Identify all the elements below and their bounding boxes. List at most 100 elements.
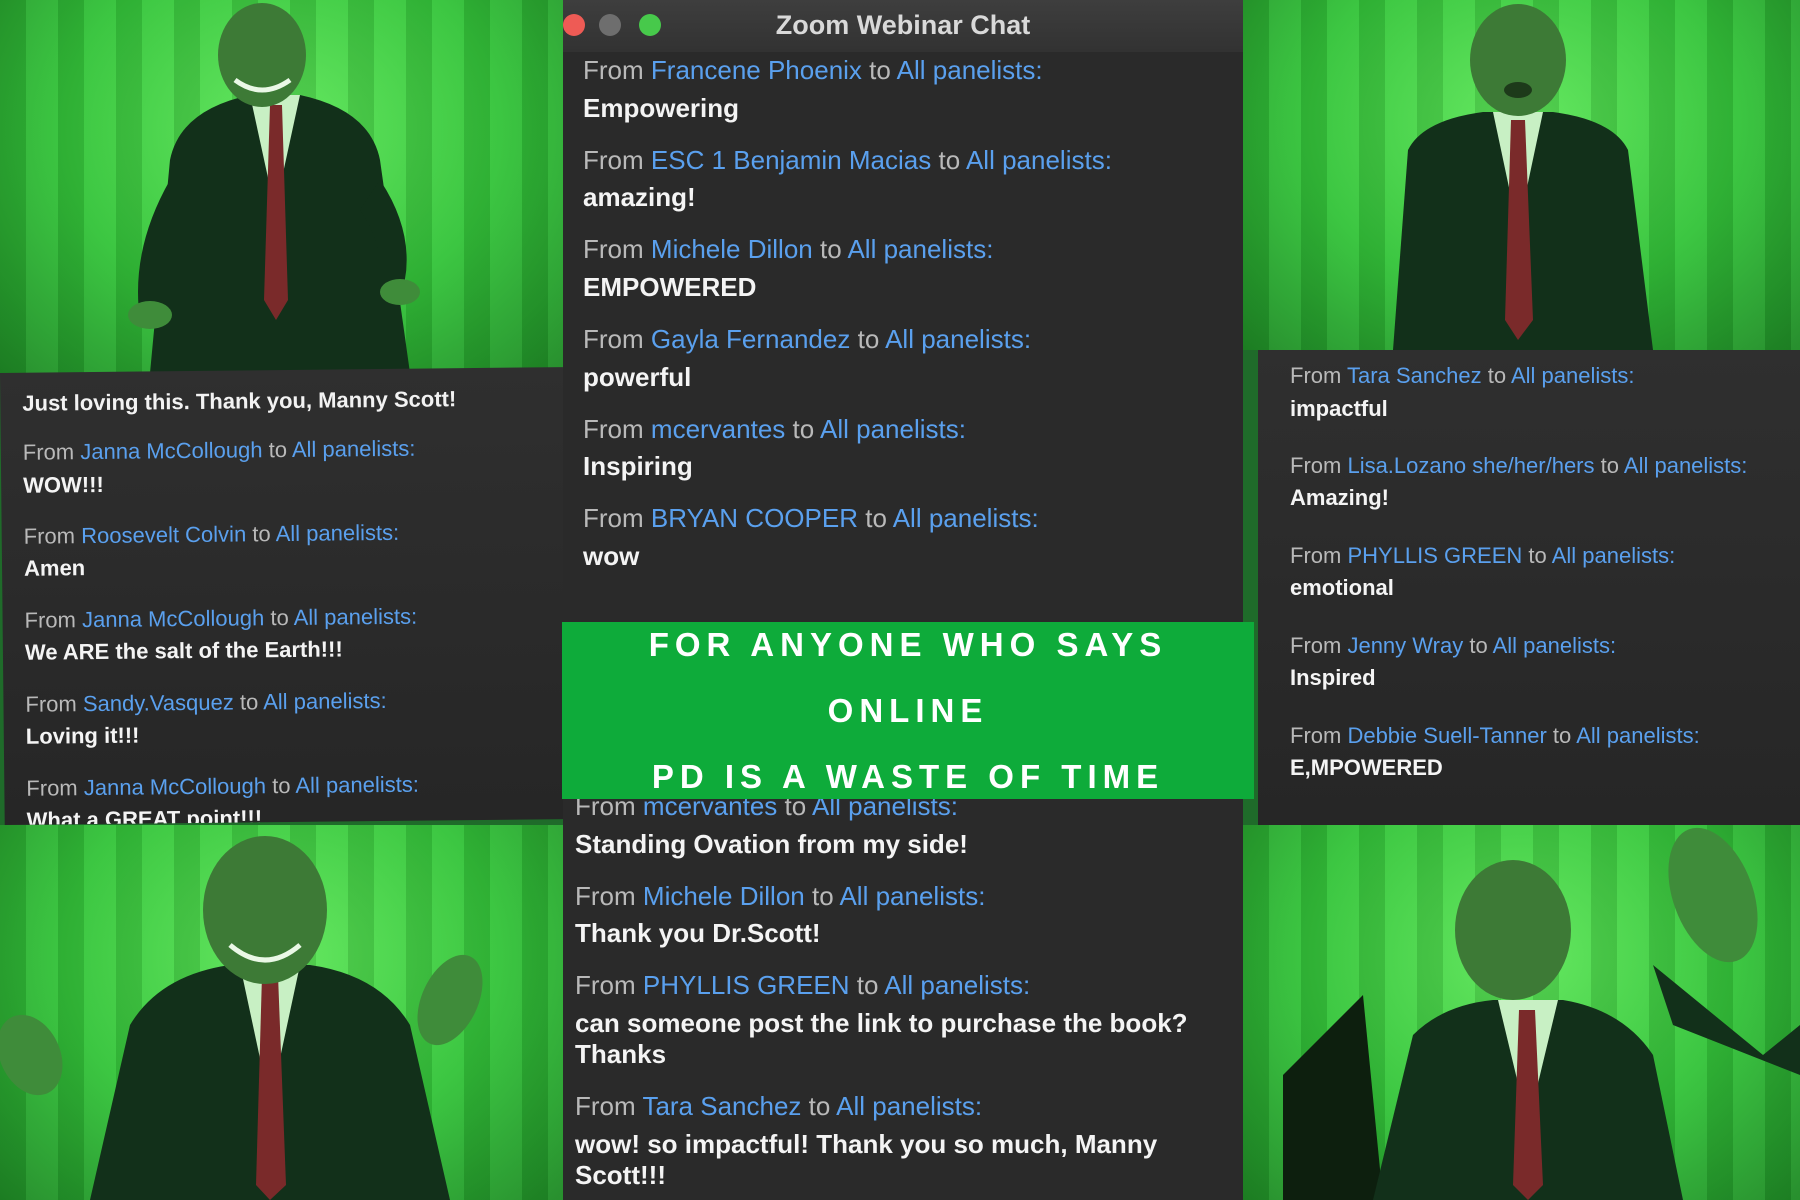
window-titlebar[interactable]: Zoom Webinar Chat — [563, 0, 1243, 53]
sender-name[interactable]: Roosevelt Colvin — [81, 521, 246, 548]
to-label: to — [865, 503, 887, 534]
sender-name[interactable]: Francene Phoenix — [651, 55, 862, 85]
chat-message: From Tara Sanchez to All panelists: impa… — [1290, 362, 1784, 422]
chat-message: From Sandy.Vasquez to All panelists: Lov… — [25, 685, 549, 750]
recipient-name[interactable]: All panelists: — [292, 436, 416, 462]
recipient-name[interactable]: All panelists: — [1624, 453, 1748, 478]
to-label: to — [811, 880, 834, 911]
from-label: From — [583, 324, 644, 355]
speaker-photo-top-right — [1243, 0, 1800, 350]
message-header: From Lisa.Lozano she/her/hers to All pan… — [1290, 452, 1784, 480]
message-header: From Jenny Wray to All panelists: — [1290, 632, 1784, 660]
sender-name[interactable]: Michele Dillon — [643, 881, 805, 911]
chat-message-text: What a GREAT point!!! — [26, 805, 263, 825]
from-label: From — [23, 523, 76, 549]
chat-message-text: amazing! — [583, 182, 696, 213]
chat-message: From PHYLLIS GREEN to All panelists: emo… — [1290, 542, 1784, 602]
sender-name[interactable]: PHYLLIS GREEN — [1347, 543, 1522, 568]
recipient-name[interactable]: All panelists: — [966, 145, 1112, 175]
sender-name[interactable]: Sandy.Vasquez — [83, 689, 234, 716]
sender-name[interactable]: Tara Sanchez — [1347, 363, 1482, 388]
to-label: to — [808, 1091, 831, 1122]
from-label: From — [24, 607, 77, 633]
sender-name[interactable]: PHYLLIS GREEN — [643, 970, 850, 1000]
chat-message: From Janna McCollough to All panelists: … — [23, 433, 547, 498]
sender-name[interactable]: Gayla Fernandez — [651, 324, 850, 354]
recipient-name[interactable]: All panelists: — [294, 603, 418, 629]
headline-banner: FOR ANYONE WHO SAYS ONLINE PD IS A WASTE… — [562, 622, 1254, 799]
chat-message-text: Amen — [23, 555, 86, 582]
sender-name[interactable]: Michele Dillon — [651, 234, 813, 264]
chat-message-text: Empowering — [583, 92, 740, 123]
to-label: to — [252, 521, 271, 547]
from-label: From — [583, 413, 644, 444]
message-header: From Janna McCollough to All panelists: — [23, 433, 546, 466]
recipient-name[interactable]: All panelists: — [885, 324, 1031, 354]
message-header: From Debbie Suell-Tanner to All panelist… — [1290, 722, 1784, 750]
recipient-name[interactable]: All panelists: — [897, 55, 1043, 85]
from-label: From — [1290, 452, 1342, 478]
chat-message-text: Inspiring — [583, 451, 693, 482]
sender-name[interactable]: Jenny Wray — [1347, 633, 1463, 658]
chat-message: From PHYLLIS GREEN to All panelists: can… — [575, 969, 1235, 1070]
to-label: to — [938, 144, 961, 175]
chat-message-text: Standing Ovation from my side! — [575, 828, 968, 859]
chat-message-text: E,MPOWERED — [1290, 755, 1443, 781]
recipient-name[interactable]: All panelists: — [1576, 723, 1700, 748]
chat-message: From Gayla Fernandez to All panelists: p… — [583, 323, 1225, 393]
recipient-name[interactable]: All panelists: — [884, 970, 1030, 1000]
recipient-name[interactable]: All panelists: — [295, 771, 419, 797]
sender-name[interactable]: ESC 1 Benjamin Macias — [651, 145, 931, 175]
message-header: From Tara Sanchez to All panelists: — [1290, 362, 1784, 390]
recipient-name[interactable]: All panelists: — [1493, 633, 1617, 658]
recipient-name[interactable]: All panelists: — [1511, 363, 1635, 388]
chat-message: From Lisa.Lozano she/her/hers to All pan… — [1290, 452, 1784, 512]
message-header: From Tara Sanchez to All panelists: — [575, 1090, 1235, 1123]
chat-message: From Michele Dillon to All panelists: Th… — [575, 880, 1235, 950]
recipient-name[interactable]: All panelists: — [1552, 543, 1676, 568]
from-label: From — [575, 970, 636, 1001]
chat-message: From Debbie Suell-Tanner to All panelist… — [1290, 722, 1784, 782]
recipient-name[interactable]: All panelists: — [275, 520, 399, 546]
chat-messages-upper: From Francene Phoenix to All panelists: … — [583, 52, 1225, 572]
chat-message: From Jenny Wray to All panelists: Inspir… — [1290, 632, 1784, 692]
sender-name[interactable]: Debbie Suell-Tanner — [1347, 723, 1546, 748]
recipient-name[interactable]: All panelists: — [263, 688, 387, 714]
chat-message: From BRYAN COOPER to All panelists: wow — [583, 502, 1225, 572]
chat-message-text: emotional — [1290, 575, 1394, 601]
message-header: From Roosevelt Colvin to All panelists: — [24, 517, 547, 550]
to-label: to — [792, 413, 815, 444]
recipient-name[interactable]: All panelists: — [836, 1091, 982, 1121]
chat-message-text: Amazing! — [1290, 485, 1389, 511]
recipient-name[interactable]: All panelists: — [893, 503, 1039, 533]
chat-message-text: impactful — [1290, 395, 1388, 421]
to-label: to — [272, 772, 291, 798]
recipient-name[interactable]: All panelists: — [820, 414, 966, 444]
sender-name[interactable]: Tara Sanchez — [642, 1091, 801, 1121]
sender-name[interactable]: Janna McCollough — [80, 437, 262, 464]
zoom-chat-window: Zoom Webinar Chat From Francene Phoenix … — [563, 0, 1243, 1200]
to-label: to — [819, 234, 842, 265]
to-label: to — [1528, 542, 1547, 568]
sender-name[interactable]: Janna McCollough — [84, 773, 266, 800]
recipient-name[interactable]: All panelists: — [839, 881, 985, 911]
sender-name[interactable]: Janna McCollough — [82, 605, 264, 632]
message-header: From Gayla Fernandez to All panelists: — [583, 323, 1225, 356]
chat-message-text: can someone post the link to purchase th… — [575, 1007, 1188, 1070]
recipient-name[interactable]: All panelists: — [847, 234, 993, 264]
speaker-figure — [1283, 827, 1800, 1200]
chat-message: From Janna McCollough to All panelists: … — [26, 769, 550, 825]
from-label: From — [22, 439, 75, 465]
to-label: to — [856, 970, 879, 1001]
chat-message-text: Loving it!!! — [25, 722, 140, 749]
sender-name[interactable]: Lisa.Lozano she/her/hers — [1347, 453, 1594, 478]
speaker-photo-bottom-right — [1243, 825, 1800, 1200]
sender-name[interactable]: mcervantes — [651, 414, 785, 444]
message-header: From Michele Dillon to All panelists: — [583, 233, 1225, 266]
window-title: Zoom Webinar Chat — [775, 10, 1031, 40]
speaker-photo-bottom-left — [0, 825, 563, 1200]
sender-name[interactable]: BRYAN COOPER — [651, 503, 858, 533]
from-label: From — [583, 55, 644, 85]
chat-message: From ESC 1 Benjamin Macias to All paneli… — [583, 144, 1225, 214]
chat-message-text: wow — [583, 540, 640, 571]
